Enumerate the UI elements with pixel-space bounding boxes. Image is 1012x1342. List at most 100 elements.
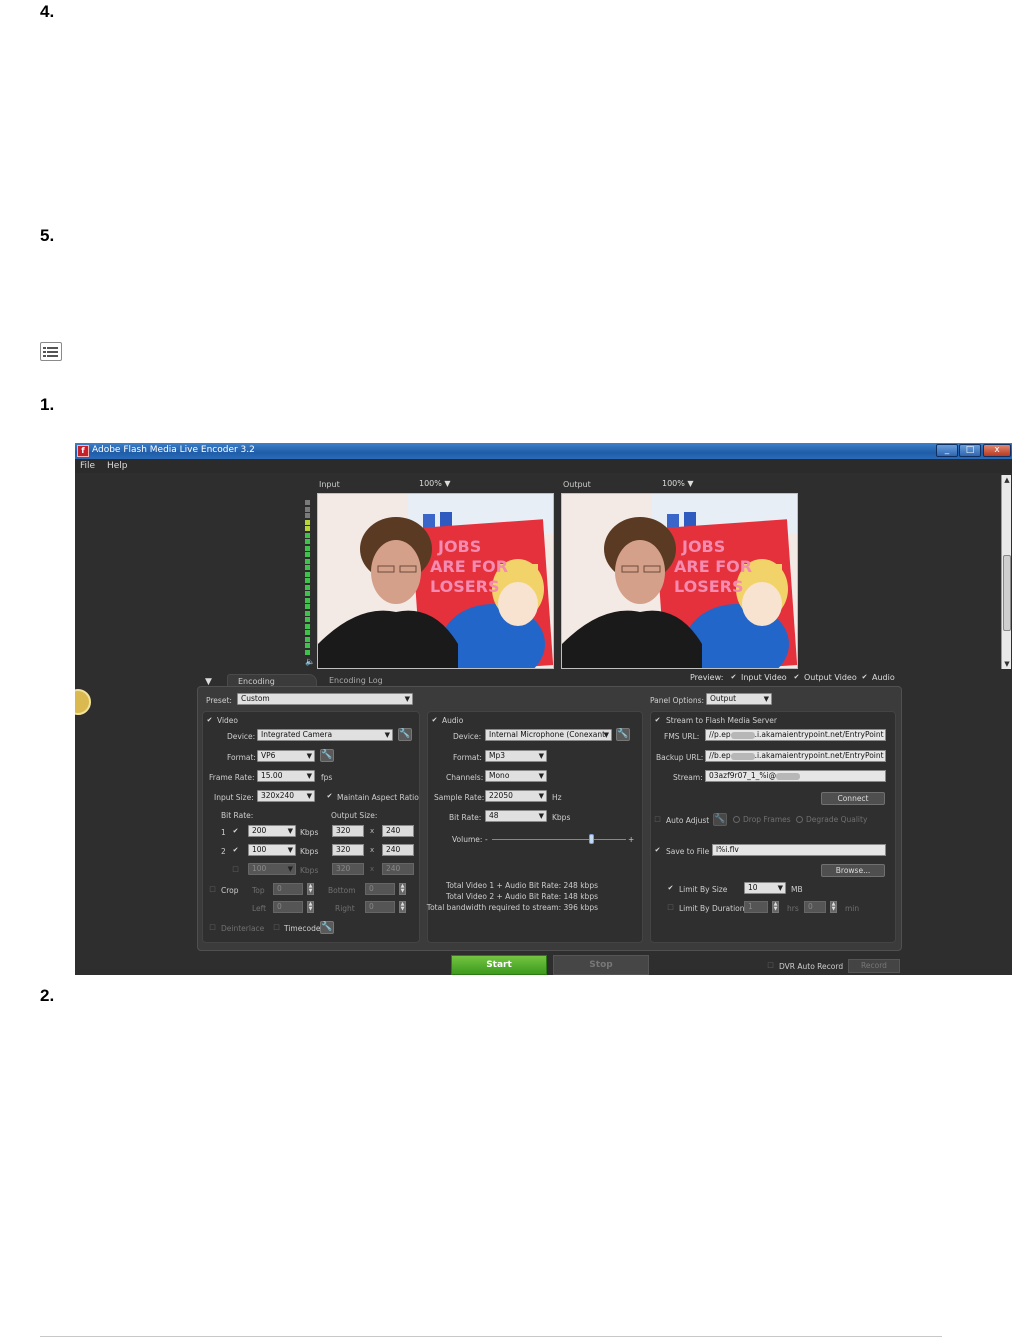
record-button[interactable]: Record xyxy=(848,959,900,973)
meter-segment xyxy=(305,578,310,583)
duration-hours-field[interactable]: 1 xyxy=(744,901,768,913)
output-video-checkbox[interactable]: ✔ xyxy=(793,674,800,681)
frame-rate-dropdown[interactable]: 15.00 ▼ xyxy=(257,770,315,782)
audio-device-dropdown[interactable]: Internal Microphone (Conexant ▼ xyxy=(485,729,612,741)
close-button[interactable]: x xyxy=(983,444,1011,457)
output-zoom-dropdown[interactable]: 100% ▼ xyxy=(662,479,694,488)
crop-checkbox[interactable]: □ xyxy=(209,886,216,893)
bitrate-row-3-dropdown[interactable]: 100 ▼ xyxy=(248,863,296,875)
deinterlace-checkbox[interactable]: □ xyxy=(209,924,216,931)
bitrate-row-3-checkbox[interactable]: □ xyxy=(232,866,239,873)
input-size-label: Input Size: xyxy=(214,793,254,802)
fms-url-field[interactable]: //p.ep .i.akamaientrypoint.net/EntryPoint xyxy=(705,729,886,741)
menu-file[interactable]: File xyxy=(80,461,95,471)
duration-hours-spinner[interactable]: ▲ ▼ xyxy=(772,901,779,913)
video-device-settings-icon[interactable]: 🔧 xyxy=(398,728,412,741)
browse-button[interactable]: Browse... xyxy=(821,864,885,877)
duration-minutes-spinner[interactable]: ▲ ▼ xyxy=(830,901,837,913)
volume-slider-track[interactable] xyxy=(492,839,626,840)
video-format-settings-icon[interactable]: 🔧 xyxy=(320,749,334,762)
meter-segment xyxy=(305,591,310,596)
limit-by-duration-checkbox[interactable]: □ xyxy=(667,904,674,911)
menu-help[interactable]: Help xyxy=(107,461,128,471)
crop-right-spinner[interactable]: ▲ ▼ xyxy=(399,901,406,913)
crop-right-label: Right xyxy=(335,904,355,913)
menu-bar: File Help xyxy=(75,459,1012,473)
audio-preview-checkbox[interactable]: ✔ xyxy=(861,674,868,681)
degrade-quality-radio[interactable] xyxy=(796,816,803,823)
limit-size-dropdown[interactable]: 10 ▼ xyxy=(744,882,786,894)
meter-segment xyxy=(305,526,310,531)
audio-format-dropdown[interactable]: Mp3 ▼ xyxy=(485,750,547,762)
crop-right-field[interactable]: 0 xyxy=(365,901,395,913)
output-width-2-field[interactable]: 320 xyxy=(332,844,364,856)
bitrate-row-1-dropdown[interactable]: 200 ▼ xyxy=(248,825,296,837)
bitrate-row-2-checkbox[interactable]: ✔ xyxy=(232,847,239,854)
crop-bottom-spinner[interactable]: ▲ ▼ xyxy=(399,883,406,895)
auto-adjust-checkbox[interactable]: □ xyxy=(654,816,661,823)
video-format-dropdown[interactable]: VP6 ▼ xyxy=(257,750,315,762)
preview-label: Preview: xyxy=(690,673,724,682)
scroll-up-icon[interactable]: ▲ xyxy=(1002,475,1012,485)
bitrate-row-1-checkbox[interactable]: ✔ xyxy=(232,828,239,835)
stop-button[interactable]: Stop xyxy=(553,955,649,975)
maintain-aspect-checkbox[interactable]: ✔ xyxy=(326,793,333,800)
size-separator-2: x xyxy=(370,846,375,854)
output-width-3-field[interactable]: 320 xyxy=(332,863,364,875)
drop-frames-radio[interactable] xyxy=(733,816,740,823)
svg-text:LOSERS: LOSERS xyxy=(430,577,500,596)
dvr-auto-record-checkbox[interactable]: □ xyxy=(767,962,774,969)
minimize-button[interactable]: _ xyxy=(936,444,958,457)
audio-checkbox[interactable]: ✔ xyxy=(431,717,438,724)
video-checkbox[interactable]: ✔ xyxy=(206,717,213,724)
backup-url-field[interactable]: //b.ep .i.akamaientrypoint.net/EntryPoint xyxy=(705,750,886,762)
maximize-button[interactable]: □ xyxy=(959,444,981,457)
save-to-file-checkbox[interactable]: ✔ xyxy=(654,847,661,854)
channels-dropdown[interactable]: Mono ▼ xyxy=(485,770,547,782)
vertical-scrollbar[interactable]: ▲ ▼ xyxy=(1001,475,1011,669)
crop-left-spinner[interactable]: ▲ ▼ xyxy=(307,901,314,913)
meter-segment xyxy=(305,500,310,505)
audio-bit-rate-dropdown[interactable]: 48 ▼ xyxy=(485,810,547,822)
volume-plus-icon: + xyxy=(628,835,635,844)
output-height-2-field[interactable]: 240 xyxy=(382,844,414,856)
connect-button[interactable]: Connect xyxy=(821,792,885,805)
total-video-1: Total Video 1 + Audio Bit Rate: 248 kbps xyxy=(446,881,598,890)
limit-by-size-checkbox[interactable]: ✔ xyxy=(667,885,674,892)
input-zoom-dropdown[interactable]: 100% ▼ xyxy=(419,479,451,488)
bitrate-row-2-dropdown[interactable]: 100 ▼ xyxy=(248,844,296,856)
output-width-1-field[interactable]: 320 xyxy=(332,825,364,837)
scroll-down-icon[interactable]: ▼ xyxy=(1002,659,1012,669)
stream-name-field[interactable]: 03azf9r07_1_%i@ xyxy=(705,770,886,782)
bitrate-row-3-unit: Kbps xyxy=(300,866,319,875)
crop-bottom-field[interactable]: 0 xyxy=(365,883,395,895)
meter-segment xyxy=(305,597,310,603)
duration-minutes-field[interactable]: 0 xyxy=(804,901,826,913)
bitrate-row-2-number: 2 xyxy=(221,847,226,856)
output-height-1-field[interactable]: 240 xyxy=(382,825,414,837)
crop-left-field[interactable]: 0 xyxy=(273,901,303,913)
side-handle-icon[interactable] xyxy=(75,689,91,715)
output-height-3-field[interactable]: 240 xyxy=(382,863,414,875)
timecode-settings-icon[interactable]: 🔧 xyxy=(320,921,334,934)
preset-dropdown[interactable]: Custom ▼ xyxy=(237,693,413,705)
timecode-checkbox[interactable]: □ xyxy=(273,924,280,931)
crop-top-spinner[interactable]: ▲ ▼ xyxy=(307,883,314,895)
sample-rate-dropdown[interactable]: 22050 ▼ xyxy=(485,790,547,802)
stream-checkbox[interactable]: ✔ xyxy=(654,717,661,724)
video-device-dropdown[interactable]: Integrated Camera ▼ xyxy=(257,729,393,741)
volume-slider-thumb[interactable] xyxy=(589,834,595,844)
crop-top-field[interactable]: 0 xyxy=(273,883,303,895)
save-file-path-field[interactable]: l%i.flv xyxy=(712,844,886,856)
start-button[interactable]: Start xyxy=(451,955,547,975)
input-size-dropdown[interactable]: 320x240 ▼ xyxy=(257,790,315,802)
video-format-label: Format: xyxy=(227,753,256,762)
input-video-checkbox[interactable]: ✔ xyxy=(730,674,737,681)
meter-segment xyxy=(305,649,310,655)
audio-device-settings-icon[interactable]: 🔧 xyxy=(616,728,630,741)
fms-url-label: FMS URL: xyxy=(664,732,700,741)
auto-adjust-settings-icon[interactable]: 🔧 xyxy=(713,813,727,826)
min-label: min xyxy=(845,904,860,913)
panel-options-dropdown[interactable]: Output ▼ xyxy=(706,693,772,705)
scroll-thumb[interactable] xyxy=(1003,555,1011,631)
